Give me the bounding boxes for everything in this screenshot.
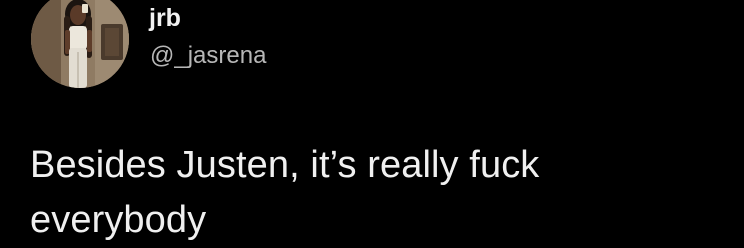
tweet-card: jrb @_jasrena Besides Justen, it’s reall…	[0, 0, 744, 248]
profile-photo-icon	[31, 0, 129, 88]
username-handle[interactable]: @_jasrena	[150, 42, 266, 70]
avatar[interactable]	[31, 0, 129, 88]
display-name[interactable]: jrb	[149, 3, 181, 33]
tweet-text: Besides Justen, it’s really fuck everybo…	[30, 144, 540, 241]
